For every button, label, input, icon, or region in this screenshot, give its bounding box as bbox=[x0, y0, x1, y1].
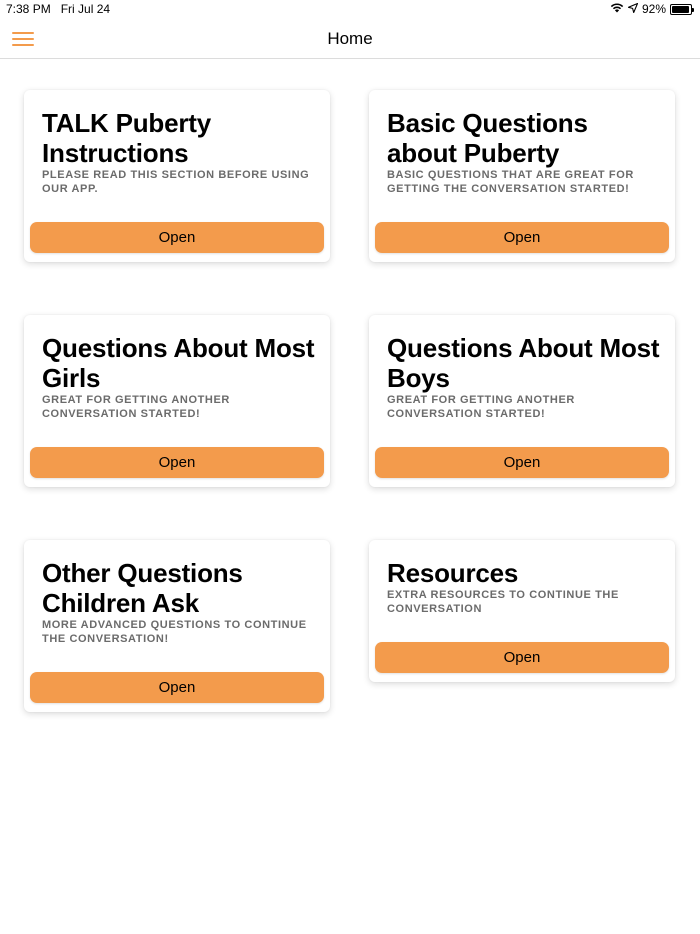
card-title: Basic Questions about Puberty bbox=[387, 108, 588, 168]
battery-percentage: 92% bbox=[641, 2, 666, 16]
battery-tip bbox=[692, 7, 694, 12]
card-title: Questions About Most Boys bbox=[387, 333, 660, 393]
card-subtitle: MORE ADVANCED QUESTIONS TO CONTINUE THE … bbox=[42, 619, 307, 645]
card-subtitle: EXTRA RESOURCES TO CONTINUE THE CONVERSA… bbox=[387, 589, 619, 615]
open-button[interactable]: Open bbox=[375, 222, 669, 253]
card-resources: Resources EXTRA RESOURCES TO CONTINUE TH… bbox=[369, 540, 675, 682]
card-subtitle: BASIC QUESTIONS THAT ARE GREAT FOR GETTI… bbox=[387, 169, 634, 195]
open-button[interactable]: Open bbox=[30, 222, 324, 253]
status-time: 7:38 PM bbox=[6, 2, 51, 16]
open-button[interactable]: Open bbox=[30, 672, 324, 703]
open-button[interactable]: Open bbox=[375, 642, 669, 673]
card-title: Resources bbox=[387, 558, 519, 588]
card-subtitle: PLEASE READ THIS SECTION BEFORE USING OU… bbox=[42, 169, 310, 195]
wifi-icon bbox=[610, 2, 624, 16]
card-subtitle: GREAT FOR GETTING ANOTHER CONVERSATION S… bbox=[387, 394, 575, 420]
card-title: Other Questions Children Ask bbox=[42, 558, 243, 618]
status-bar: 7:38 PM Fri Jul 24 92% bbox=[0, 0, 700, 20]
card-talk-puberty-instructions: TALK Puberty Instructions PLEASE READ TH… bbox=[24, 90, 330, 262]
card-subtitle: GREAT FOR GETTING ANOTHER CONVERSATION S… bbox=[42, 394, 230, 420]
battery-fill bbox=[672, 5, 689, 13]
card-other-questions: Other Questions Children Ask MORE ADVANC… bbox=[24, 540, 330, 712]
page-title: Home bbox=[327, 29, 373, 48]
card-title: Questions About Most Girls bbox=[42, 333, 315, 393]
card-questions-boys: Questions About Most Boys GREAT FOR GETT… bbox=[369, 315, 675, 487]
navigation-bar: Home bbox=[0, 20, 700, 59]
location-arrow-icon bbox=[627, 2, 639, 16]
open-button[interactable]: Open bbox=[375, 447, 669, 478]
card-title: TALK Puberty Instructions bbox=[42, 108, 212, 168]
card-questions-girls: Questions About Most Girls GREAT FOR GET… bbox=[24, 315, 330, 487]
status-date: Fri Jul 24 bbox=[60, 2, 111, 16]
open-button[interactable]: Open bbox=[30, 447, 324, 478]
card-basic-questions: Basic Questions about Puberty BASIC QUES… bbox=[369, 90, 675, 262]
battery-icon bbox=[670, 3, 694, 15]
